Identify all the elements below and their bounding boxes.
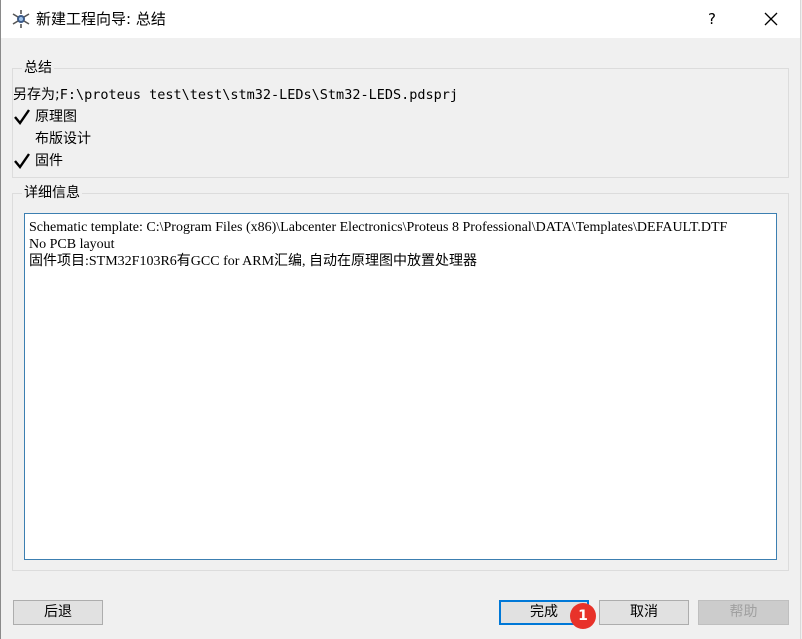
details-group-label: 详细信息	[22, 184, 82, 202]
summary-group-label: 总结	[22, 59, 54, 77]
title-bar[interactable]: 新建工程向导: 总结 ?	[1, 0, 800, 38]
summary-item-label: 布版设计	[35, 131, 91, 147]
proteus-app-icon	[11, 9, 31, 29]
help-button: 帮助	[698, 600, 789, 625]
save-as-label: 另存为;	[13, 87, 60, 103]
help-question-button[interactable]: ?	[689, 2, 735, 36]
summary-item-label: 原理图	[35, 109, 77, 125]
dialog-client-area: 总结 另存为;F:\proteus test\test\stm32-LEDs\S…	[1, 38, 800, 639]
close-icon	[764, 12, 778, 26]
back-button[interactable]: 后退	[13, 600, 103, 625]
save-as-path: F:\proteus test\test\stm32-LEDs\Stm32-LE…	[59, 87, 458, 103]
window-title: 新建工程向导: 总结	[36, 10, 166, 28]
cancel-button[interactable]: 取消	[599, 600, 689, 625]
save-as-line: 另存为;F:\proteus test\test\stm32-LEDs\Stm3…	[13, 85, 458, 105]
annotation-badge: 1	[570, 603, 596, 629]
details-textarea[interactable]: Schematic template: C:\Program Files (x8…	[24, 213, 777, 560]
summary-item-label: 固件	[35, 153, 63, 169]
close-button[interactable]	[747, 2, 795, 36]
checkmark-icon	[14, 109, 30, 125]
checkmark-icon	[14, 153, 30, 169]
